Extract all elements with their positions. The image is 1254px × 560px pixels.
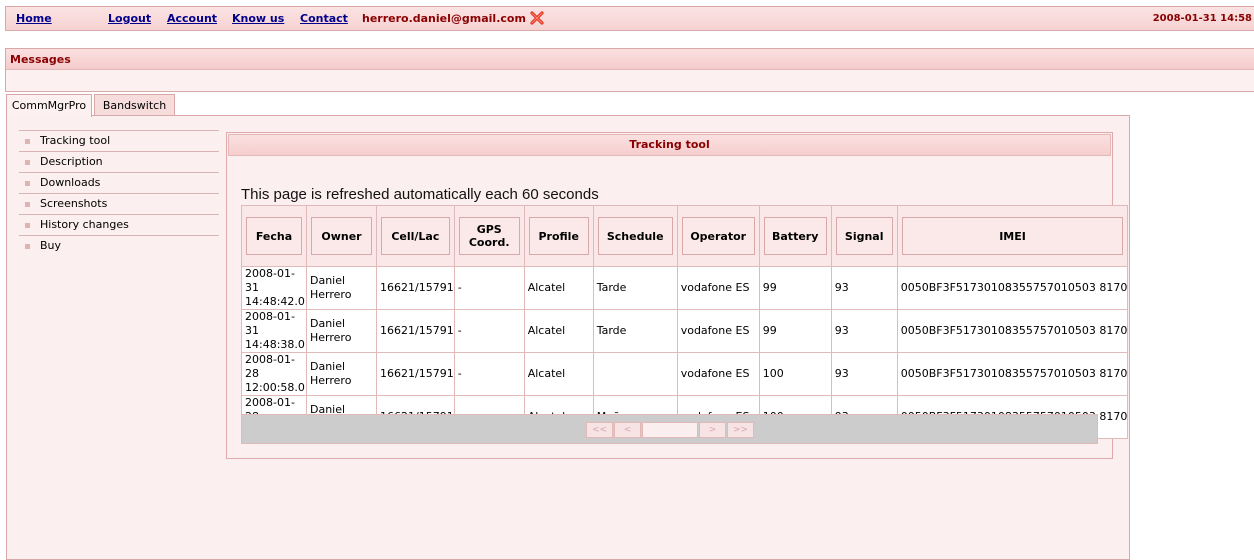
bullet-icon: [25, 202, 30, 207]
column-header-schedule[interactable]: Schedule: [597, 217, 673, 255]
messages-title: Messages: [6, 49, 1254, 70]
cell-operator: vodafone ES: [676, 266, 760, 310]
cell-fecha: 2008-01-28 12:00:58.0: [241, 352, 307, 396]
tab-commmgrpro[interactable]: CommMgrPro: [6, 94, 92, 117]
column-header-fecha[interactable]: Fecha: [246, 217, 302, 255]
column-header-imei[interactable]: IMEI: [901, 217, 1124, 255]
table-header-row: Fecha Owner Cell/Lac GPS Coord. Profile …: [241, 205, 1129, 267]
menu-item-tracking-tool[interactable]: Tracking tool: [19, 131, 219, 152]
cell-owner: Daniel Herrero: [306, 352, 377, 396]
cell-profile: Alcatel: [523, 352, 594, 396]
nav-link-home[interactable]: Home: [16, 12, 52, 25]
cell-battery: 99: [758, 266, 832, 310]
nav-link-logout[interactable]: Logout: [108, 12, 151, 25]
cell-signal: 93: [830, 266, 898, 310]
cell-operator: vodafone ES: [676, 352, 760, 396]
column-header-cell-lac[interactable]: Cell/Lac: [381, 217, 450, 255]
cell-schedule: Tarde: [592, 266, 678, 310]
pager-last-button[interactable]: >>: [727, 422, 754, 438]
cell-signal: 93: [830, 352, 898, 396]
nav-link-know-us[interactable]: Know us: [232, 12, 284, 25]
menu-item-label: Description: [40, 155, 103, 168]
menu-item-label: Downloads: [40, 176, 101, 189]
nav-link-contact[interactable]: Contact: [300, 12, 348, 25]
tracking-table: Fecha Owner Cell/Lac GPS Coord. Profile …: [241, 205, 1129, 439]
top-nav-bar: Home Logout Account Know us Contact herr…: [5, 6, 1254, 31]
cell-gps-coord: -: [453, 309, 525, 353]
messages-panel: Messages: [5, 48, 1254, 92]
menu-item-screenshots[interactable]: Screenshots: [19, 194, 219, 215]
column-header-profile[interactable]: Profile: [528, 217, 589, 255]
cell-owner: Daniel Herrero: [306, 266, 377, 310]
bullet-icon: [25, 244, 30, 249]
cell-battery: 99: [758, 309, 832, 353]
table-pager: << < > >>: [241, 414, 1098, 444]
menu-item-label: History changes: [40, 218, 129, 231]
cell-imei: 0050BF3F51730108355757010503 8170: [896, 266, 1129, 310]
cell-imei: 0050BF3F51730108355757010503 8170: [896, 352, 1129, 396]
pager-page-display: [642, 422, 698, 438]
refresh-notice: This page is refreshed automatically eac…: [241, 186, 599, 203]
side-menu: Tracking tool Description Downloads Scre…: [19, 130, 219, 256]
user-email: herrero.daniel@gmail.com: [362, 12, 526, 25]
pager-first-button[interactable]: <<: [586, 422, 613, 438]
cell-gps-coord: -: [453, 352, 525, 396]
menu-item-description[interactable]: Description: [19, 152, 219, 173]
menu-item-downloads[interactable]: Downloads: [19, 173, 219, 194]
cell-profile: Alcatel: [523, 309, 594, 353]
column-header-operator[interactable]: Operator: [681, 217, 755, 255]
cell-fecha: 2008-01-31 14:48:38.0: [241, 309, 307, 353]
close-icon[interactable]: [529, 10, 545, 26]
table-row: 2008-01-31 14:48:42.0 Daniel Herrero 166…: [241, 266, 1129, 310]
cell-battery: 100: [758, 352, 832, 396]
cell-cell-lac: 16621/15791: [376, 266, 455, 310]
column-header-battery[interactable]: Battery: [763, 217, 827, 255]
column-header-owner[interactable]: Owner: [311, 217, 372, 255]
bullet-icon: [25, 139, 30, 144]
pager-prev-button[interactable]: <: [614, 422, 641, 438]
menu-item-buy[interactable]: Buy: [19, 236, 219, 256]
nav-link-account[interactable]: Account: [167, 12, 217, 25]
cell-signal: 93: [830, 309, 898, 353]
cell-schedule: [592, 352, 678, 396]
bullet-icon: [25, 181, 30, 186]
cell-operator: vodafone ES: [676, 309, 760, 353]
cell-imei: 0050BF3F51730108355757010503 8170: [896, 309, 1129, 353]
column-header-gps-coord[interactable]: GPS Coord.: [458, 217, 520, 255]
cell-profile: Alcatel: [523, 266, 594, 310]
bullet-icon: [25, 223, 30, 228]
column-header-signal[interactable]: Signal: [835, 217, 893, 255]
cell-gps-coord: -: [453, 266, 525, 310]
menu-item-label: Buy: [40, 239, 62, 252]
table-row: 2008-01-28 12:00:58.0 Daniel Herrero 166…: [241, 352, 1129, 396]
menu-item-label: Screenshots: [40, 197, 108, 210]
cell-fecha: 2008-01-31 14:48:42.0: [241, 266, 307, 310]
current-datetime: 2008-01-31 14:58: [1152, 13, 1252, 24]
tab-bandswitch[interactable]: Bandswitch: [94, 94, 175, 116]
bullet-icon: [25, 160, 30, 165]
cell-schedule: Tarde: [592, 309, 678, 353]
cell-cell-lac: 16621/15791: [376, 309, 455, 353]
menu-item-history-changes[interactable]: History changes: [19, 215, 219, 236]
table-row: 2008-01-31 14:48:38.0 Daniel Herrero 166…: [241, 309, 1129, 353]
menu-item-label: Tracking tool: [40, 134, 111, 147]
cell-owner: Daniel Herrero: [306, 309, 377, 353]
tracking-tool-title: Tracking tool: [228, 134, 1111, 156]
cell-cell-lac: 16621/15791: [376, 352, 455, 396]
pager-next-button[interactable]: >: [699, 422, 726, 438]
